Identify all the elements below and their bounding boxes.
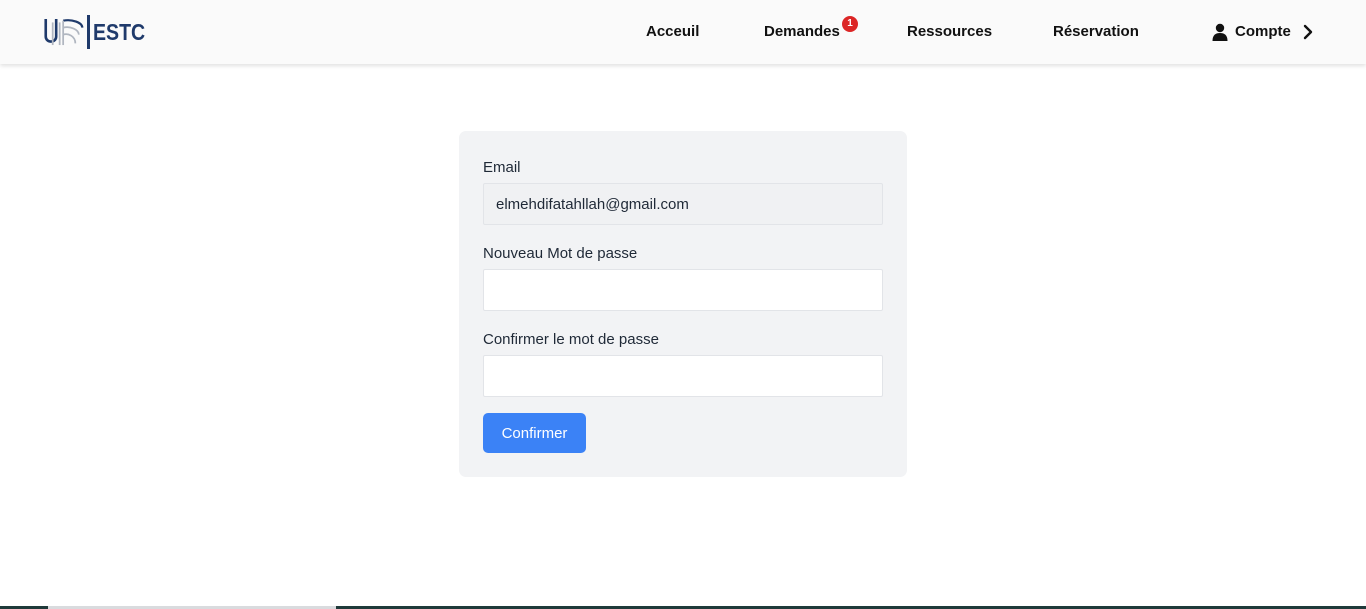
logo-text: ESTC [92, 19, 145, 45]
top-navbar: ESTC Acceuil Demandes 1 Ressources Réser… [0, 0, 1366, 64]
new-password-field[interactable] [483, 269, 883, 311]
chevron-right-icon [1303, 24, 1313, 40]
nav-acceuil[interactable]: Acceuil [646, 22, 699, 42]
confirm-password-field[interactable] [483, 355, 883, 397]
nav-demandes[interactable]: Demandes [764, 22, 840, 42]
brand-logo[interactable]: ESTC [44, 14, 154, 50]
confirm-button[interactable]: Confirmer [483, 413, 586, 453]
nav-compte-label: Compte [1235, 23, 1291, 40]
nav-compte[interactable]: Compte [1212, 22, 1313, 42]
notification-badge: 1 [842, 16, 858, 32]
nav-reservation[interactable]: Réservation [1053, 22, 1139, 42]
email-label: Email [483, 159, 521, 176]
user-icon [1212, 23, 1228, 41]
password-reset-form: Email Nouveau Mot de passe Confirmer le … [459, 131, 907, 477]
new-password-label: Nouveau Mot de passe [483, 245, 638, 262]
logo-divider [87, 15, 90, 49]
email-field[interactable] [483, 183, 883, 225]
nav-ressources[interactable]: Ressources [907, 22, 992, 42]
confirm-password-label: Confirmer le mot de passe [483, 331, 659, 348]
university-logo-icon [44, 18, 84, 46]
